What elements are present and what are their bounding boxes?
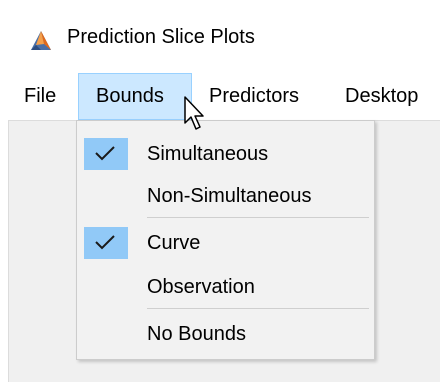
menu-item-simultaneous[interactable]: Simultaneous xyxy=(77,134,374,174)
menu-item-label: Non-Simultaneous xyxy=(147,185,312,207)
menu-bar: File Bounds Predictors Desktop xyxy=(0,73,440,120)
menu-bounds[interactable]: Bounds xyxy=(78,73,192,120)
menu-item-label: Observation xyxy=(147,276,255,298)
window-title: Prediction Slice Plots xyxy=(67,26,255,48)
checkmark-icon xyxy=(95,235,115,250)
menu-file[interactable]: File xyxy=(24,73,56,120)
menu-item-label: Simultaneous xyxy=(147,143,269,165)
menu-separator xyxy=(147,308,369,309)
menu-item-label: Curve xyxy=(147,232,201,254)
menu-item-curve[interactable]: Curve xyxy=(77,223,374,263)
title-bar[interactable]: Prediction Slice Plots xyxy=(0,0,440,73)
menu-item-no-bounds[interactable]: No Bounds xyxy=(77,314,374,354)
menu-item-label: No Bounds xyxy=(147,323,246,345)
mouse-pointer-icon xyxy=(184,96,204,130)
bounds-menu-dropdown: Simultaneous Non-Simultaneous Curve Obse… xyxy=(76,120,375,360)
menu-separator xyxy=(147,217,369,218)
matlab-icon xyxy=(31,31,51,50)
menu-item-observation[interactable]: Observation xyxy=(77,267,374,307)
app-window: Prediction Slice Plots File Bounds Predi… xyxy=(0,0,440,382)
menu-predictors[interactable]: Predictors xyxy=(209,73,299,120)
checkmark-icon xyxy=(95,146,115,161)
menu-item-non-simultaneous[interactable]: Non-Simultaneous xyxy=(77,176,374,216)
menu-desktop[interactable]: Desktop xyxy=(345,73,418,120)
